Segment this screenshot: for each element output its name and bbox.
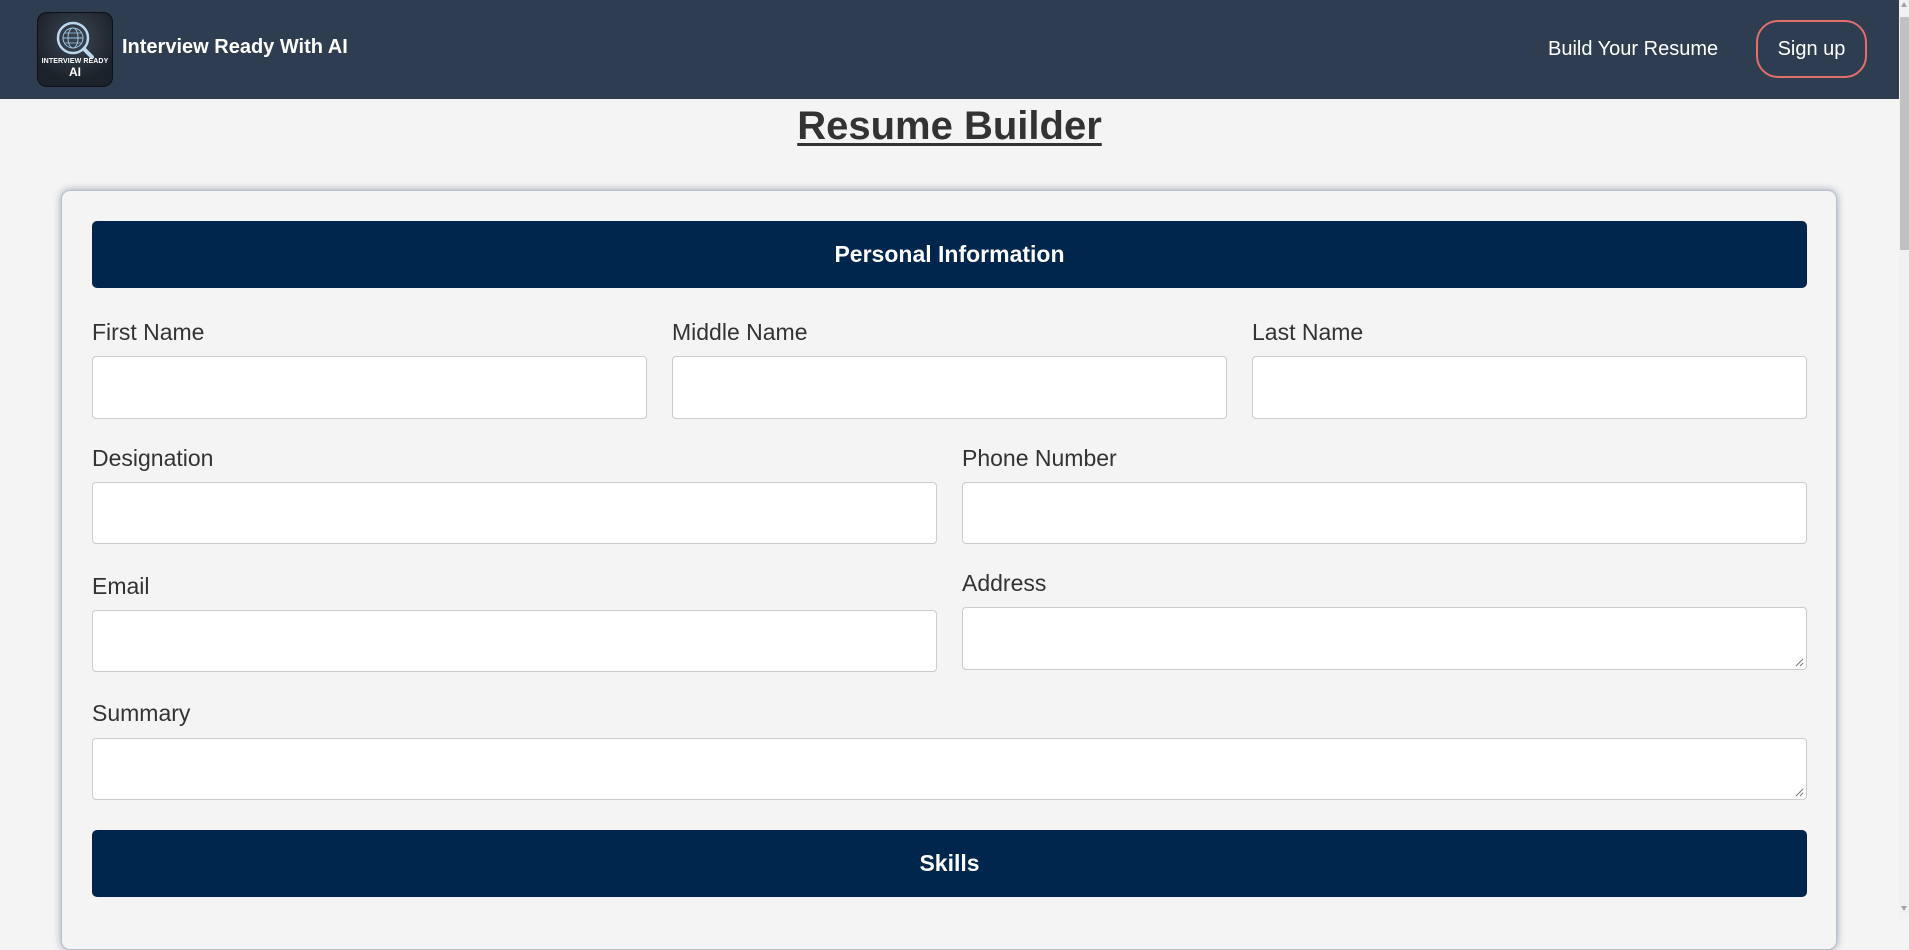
scroll-down-arrow-icon[interactable] — [1901, 906, 1907, 911]
middle-name-input[interactable] — [672, 356, 1227, 419]
resize-grip-icon[interactable] — [1794, 787, 1804, 797]
address-label: Address — [962, 570, 1047, 596]
section-header-skills: Skills — [92, 830, 1807, 897]
brand-name[interactable]: Interview Ready With AI — [122, 36, 348, 59]
nav-link-build-resume[interactable]: Build Your Resume — [1548, 38, 1718, 61]
logo-text-ai: AI — [69, 65, 81, 79]
designation-input[interactable] — [92, 482, 937, 544]
address-textarea[interactable] — [962, 607, 1807, 670]
last-name-label: Last Name — [1252, 319, 1364, 345]
first-name-label: First Name — [92, 319, 205, 345]
scrollbar-thumb[interactable] — [1900, 17, 1909, 250]
middle-name-label: Middle Name — [672, 319, 808, 345]
first-name-input[interactable] — [92, 356, 647, 419]
summary-label: Summary — [92, 700, 191, 726]
signup-button[interactable]: Sign up — [1756, 20, 1867, 78]
top-navbar: INTERVIEW READY AI Interview Ready With … — [0, 0, 1899, 99]
last-name-input[interactable] — [1252, 356, 1807, 419]
phone-number-label: Phone Number — [962, 445, 1117, 471]
email-input[interactable] — [92, 610, 937, 672]
page-title: Resume Builder — [797, 104, 1102, 148]
section-header-personal-information: Personal Information — [92, 221, 1807, 288]
resize-grip-icon[interactable] — [1794, 657, 1804, 667]
designation-label: Designation — [92, 445, 214, 471]
logo-text-top: INTERVIEW READY — [41, 58, 109, 65]
logo[interactable]: INTERVIEW READY AI — [37, 12, 113, 87]
email-label: Email — [92, 573, 150, 599]
scroll-up-arrow-icon[interactable] — [1901, 2, 1907, 7]
phone-number-input[interactable] — [962, 482, 1807, 544]
summary-textarea[interactable] — [92, 738, 1807, 800]
